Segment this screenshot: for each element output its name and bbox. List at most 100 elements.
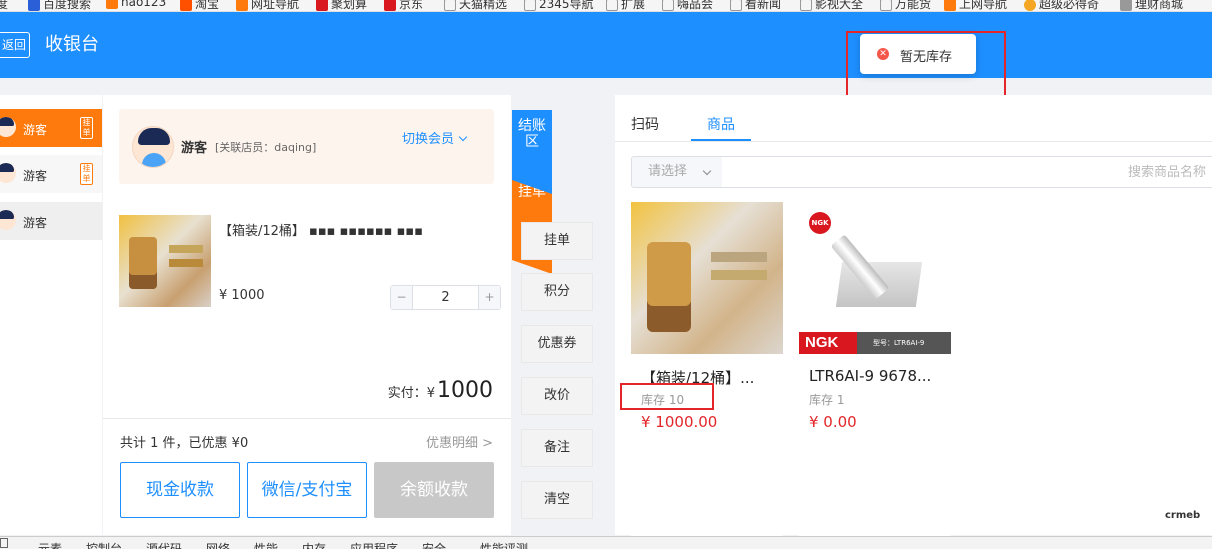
page-icon — [606, 0, 618, 11]
staff-label: [关联店员：daqing] — [215, 141, 317, 154]
bookmark-item[interactable]: hao123 — [106, 0, 166, 9]
bookmark-item[interactable]: 影视大全 — [800, 0, 863, 11]
balance-pay-button[interactable]: 余额收款 — [374, 462, 494, 518]
hao-icon — [106, 0, 118, 9]
member-list: 游客 挂单 游客 挂单 游客 — [0, 95, 102, 535]
tab-checkout-area[interactable]: 结账区 — [512, 110, 552, 194]
avatar — [0, 163, 16, 183]
bookmark-item[interactable]: 上网导航 — [944, 0, 1007, 11]
change-price-button[interactable]: 改价 — [521, 377, 593, 415]
points-button[interactable]: 积分 — [521, 273, 593, 311]
bookmark-item[interactable]: 扩展 — [606, 0, 645, 11]
hao-icon — [944, 0, 956, 11]
member-card: 游客 [关联店员：daqing] 切换会员 — [119, 109, 494, 184]
member-item[interactable]: 游客 挂单 — [0, 109, 102, 147]
chevron-down-icon — [458, 132, 468, 142]
brand-banner: NGK 型号：LTR6AI-9 — [799, 332, 951, 354]
quantity-stepper: − 2 + — [390, 285, 501, 310]
taobao-icon — [180, 0, 192, 11]
devtools-bar: 元素 控制台 源代码 网络 性能 内存 应用程序 安全 性能评测 — [0, 536, 1212, 549]
bookmarks-bar: 度 百度搜索 hao123 淘宝 网址导航 聚划算 京东 天猫精选 2345导航… — [0, 0, 1212, 12]
bookmark-item[interactable]: 嗨品会 — [662, 0, 713, 11]
baidu-icon — [28, 0, 40, 11]
devtools-tab[interactable]: 元素 — [38, 540, 62, 549]
inspect-icon[interactable] — [0, 538, 8, 548]
member-name: 游客 — [23, 169, 48, 183]
decrement-button[interactable]: − — [391, 286, 413, 309]
increment-button[interactable]: + — [478, 286, 500, 309]
category-select[interactable]: 请选择 — [631, 156, 723, 188]
bookmark-item[interactable]: 京东 — [384, 0, 423, 11]
ngk-logo-icon: NGK — [809, 212, 831, 234]
back-button[interactable]: 返回 — [0, 32, 30, 58]
quantity-input[interactable]: 2 — [413, 286, 478, 309]
wechat-alipay-button[interactable]: 微信/支付宝 — [247, 462, 367, 518]
cash-pay-button[interactable]: 现金收款 — [120, 462, 240, 518]
product-search-input[interactable] — [722, 156, 1212, 188]
product-stock: 库存 1 — [809, 393, 845, 407]
paid-amount: 1000 — [437, 378, 493, 403]
avatar — [0, 210, 16, 230]
member-item[interactable]: 游客 挂单 — [0, 155, 102, 193]
hold-order-button[interactable]: 挂单 — [521, 222, 593, 260]
member-name: 游客 — [23, 216, 48, 230]
devtools-tab[interactable]: 网络 — [206, 540, 230, 549]
bookmark-item[interactable]: 2345导航 — [524, 0, 594, 11]
product-card[interactable]: 【箱装/12桶】... 库存 10 ¥ 1000.00 — [631, 202, 783, 542]
page-icon — [662, 0, 674, 11]
devtools-tab[interactable]: 性能评测 — [480, 540, 528, 549]
devtools-tab[interactable]: 控制台 — [86, 540, 122, 549]
bookmark-item[interactable]: 万能货 — [880, 0, 931, 11]
clear-button[interactable]: 清空 — [521, 481, 593, 519]
bookmark-item[interactable]: 天猫精选 — [444, 0, 507, 11]
annotation-box — [620, 383, 714, 410]
page-icon — [444, 0, 456, 11]
cart-panel: 游客 [关联店员：daqing] 切换会员 【箱装/12桶】 ▪▪▪ ▪▪▪▪▪… — [103, 95, 511, 535]
devtools-tab[interactable]: 安全 — [422, 540, 446, 549]
app-header: 返回 收银台 — [0, 12, 1212, 78]
page-icon — [800, 0, 812, 11]
tab-scan[interactable]: 扫码 — [631, 114, 659, 134]
product-image: NGK NGK 型号：LTR6AI-9 — [799, 202, 951, 354]
product-card[interactable]: NGK NGK 型号：LTR6AI-9 LTR6AI-9 9678... 库存 … — [799, 202, 951, 542]
devtools-tab[interactable]: 性能 — [254, 540, 278, 549]
tab-products[interactable]: 商品 — [707, 114, 735, 134]
product-price: ¥ 1000.00 — [641, 413, 718, 431]
bookmark-item[interactable]: 聚划算 — [316, 0, 367, 11]
hao-icon — [236, 0, 248, 11]
jd-icon — [384, 0, 396, 11]
page-icon — [880, 0, 892, 11]
divider — [615, 141, 1212, 142]
model-label: 型号：LTR6AI-9 — [873, 339, 925, 347]
member-name: 游客 — [181, 141, 208, 156]
product-panel: 扫码 商品 请选择 【箱装/12桶】... 库存 10 ¥ 1000.00 NG… — [615, 95, 1212, 542]
discount-detail-link[interactable]: 优惠明细 > — [426, 432, 493, 451]
bookmark-item[interactable]: 淘宝 — [180, 0, 219, 11]
juhuasuan-icon — [316, 0, 328, 11]
page-title: 收银台 — [45, 34, 99, 55]
devtools-tab[interactable]: 应用程序 — [350, 540, 398, 549]
member-name: 游客 — [23, 123, 48, 137]
page-icon — [730, 0, 742, 11]
paid-total: 实付：¥1000 — [387, 378, 493, 403]
watermark: crmeb — [1165, 510, 1201, 521]
cart-item-image — [119, 215, 211, 307]
chevron-down-icon — [702, 166, 712, 176]
switch-member-button[interactable]: 切换会员 — [402, 128, 468, 147]
bookmark-item[interactable]: 超级必得奇 — [1024, 0, 1099, 11]
avatar — [0, 117, 16, 137]
devtools-tab[interactable]: 内存 — [302, 540, 326, 549]
product-image — [631, 202, 783, 354]
remark-button[interactable]: 备注 — [521, 429, 593, 467]
cart-summary: 共计 1 件，已优惠 ¥0 — [120, 436, 249, 451]
product-name: LTR6AI-9 9678... — [809, 367, 932, 385]
devtools-tab[interactable]: 源代码 — [146, 540, 182, 549]
member-item[interactable]: 游客 — [0, 202, 102, 240]
product-price: ¥ 0.00 — [809, 413, 857, 431]
bookmark-item[interactable]: 度 — [0, 0, 8, 11]
bookmark-item[interactable]: 理财商城 — [1120, 0, 1183, 11]
bookmark-item[interactable]: 百度搜索 — [28, 0, 91, 11]
bookmark-item[interactable]: 网址导航 — [236, 0, 299, 11]
bookmark-item[interactable]: 看新闻 — [730, 0, 781, 11]
coupon-button[interactable]: 优惠券 — [521, 325, 593, 363]
